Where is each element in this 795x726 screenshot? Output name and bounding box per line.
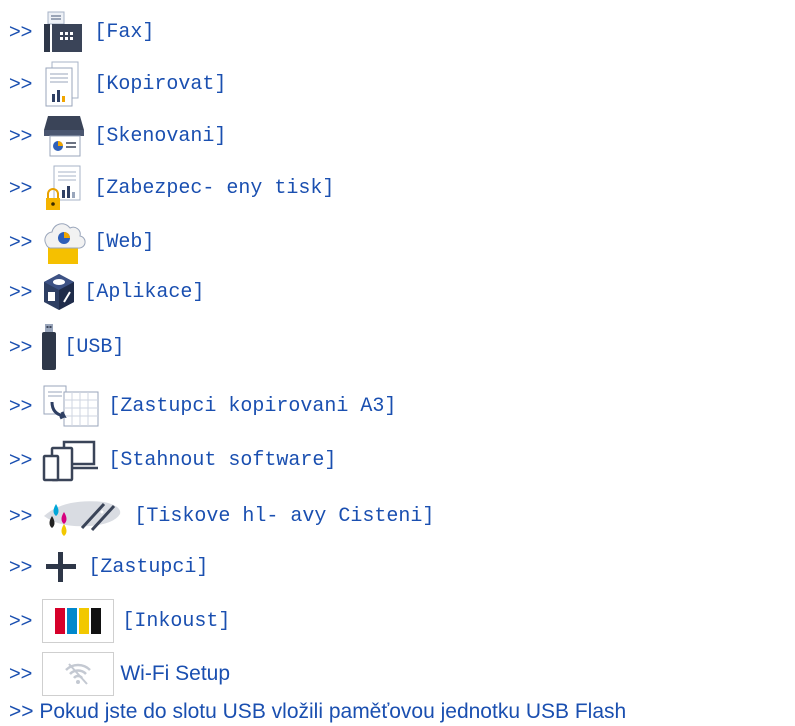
list-item-label[interactable]: [USB]	[64, 336, 124, 359]
arrow-prefix: >>	[9, 20, 33, 43]
arrow-prefix: >>	[9, 335, 33, 358]
list-item-shortcuts[interactable]: >> [Zastupci]	[9, 548, 208, 586]
scan-icon	[42, 112, 86, 160]
arrow-prefix: >>	[9, 394, 33, 417]
list-item-label[interactable]: [Zastupci kopirovani A3]	[108, 395, 396, 418]
list-item-wifi-setup[interactable]: >> Wi-Fi Setup	[9, 652, 230, 696]
arrow-prefix: >>	[9, 176, 33, 199]
arrow-prefix: >>	[9, 124, 33, 147]
list-item-label[interactable]: Wi-Fi Setup	[120, 662, 230, 686]
list-item-label[interactable]: [Inkoust]	[122, 610, 230, 633]
list-item-copy[interactable]: >> [Kopirovat]	[9, 60, 226, 108]
printhead-cleaning-icon	[42, 494, 126, 538]
list-item-label[interactable]: [Fax]	[94, 21, 154, 44]
arrow-prefix: >>	[9, 555, 33, 578]
arrow-prefix: >>	[9, 448, 33, 471]
usb-flash-link-row[interactable]: >> Pokud jste do slotu USB vložili paměť…	[9, 700, 626, 724]
list-item-usb[interactable]: >> [USB]	[9, 324, 124, 370]
list-item-web[interactable]: >> [Web]	[9, 218, 154, 266]
list-item-label[interactable]: [Zabezpec- eny tisk]	[94, 177, 334, 200]
list-item-download-software[interactable]: >> [Stahnout software]	[9, 438, 336, 482]
arrow-prefix: >>	[9, 662, 33, 685]
web-icon	[42, 218, 86, 266]
list-item-label[interactable]: [Web]	[94, 231, 154, 254]
list-item-fax[interactable]: >> [Fax]	[9, 10, 154, 54]
arrow-prefix: >>	[9, 504, 33, 527]
list-item-label[interactable]: [Tiskove hl- avy Cisteni]	[134, 505, 434, 528]
arrow-prefix: >>	[9, 609, 33, 632]
list-item-ink[interactable]: >> [Inkoust]	[9, 599, 230, 643]
plus-icon	[42, 548, 80, 586]
list-item-label[interactable]: [Kopirovat]	[94, 73, 226, 96]
list-item-printhead-cleaning[interactable]: >> [Tiskove hl- avy Cisteni]	[9, 494, 434, 538]
list-item-scan[interactable]: >> [Skenovani]	[9, 112, 226, 160]
download-software-icon	[42, 438, 100, 482]
copy-icon	[42, 60, 86, 108]
list-item-a3-copy-shortcuts[interactable]: >> [Zastupci kopirovani A3]	[9, 384, 396, 428]
arrow-prefix: >>	[9, 72, 33, 95]
list-item-label[interactable]: [Aplikace]	[84, 281, 204, 304]
fax-icon	[42, 10, 86, 54]
secure-print-icon	[42, 164, 86, 212]
a3-copy-shortcut-icon	[42, 384, 100, 428]
ink-icon	[42, 599, 115, 643]
usb-flash-link[interactable]: >> Pokud jste do slotu USB vložili paměť…	[9, 700, 626, 724]
list-item-label[interactable]: [Skenovani]	[94, 125, 226, 148]
list-item-secure-print[interactable]: >> [Zabezpec- eny tisk]	[9, 164, 334, 212]
arrow-prefix: >>	[9, 280, 33, 303]
list-item-apps[interactable]: >> [Aplikace]	[9, 272, 204, 312]
list-item-label[interactable]: [Stahnout software]	[108, 449, 336, 472]
arrow-prefix: >>	[9, 230, 33, 253]
wifi-icon	[42, 652, 115, 696]
list-item-label[interactable]: [Zastupci]	[88, 556, 208, 579]
apps-icon	[42, 272, 76, 312]
usb-icon	[42, 324, 57, 370]
